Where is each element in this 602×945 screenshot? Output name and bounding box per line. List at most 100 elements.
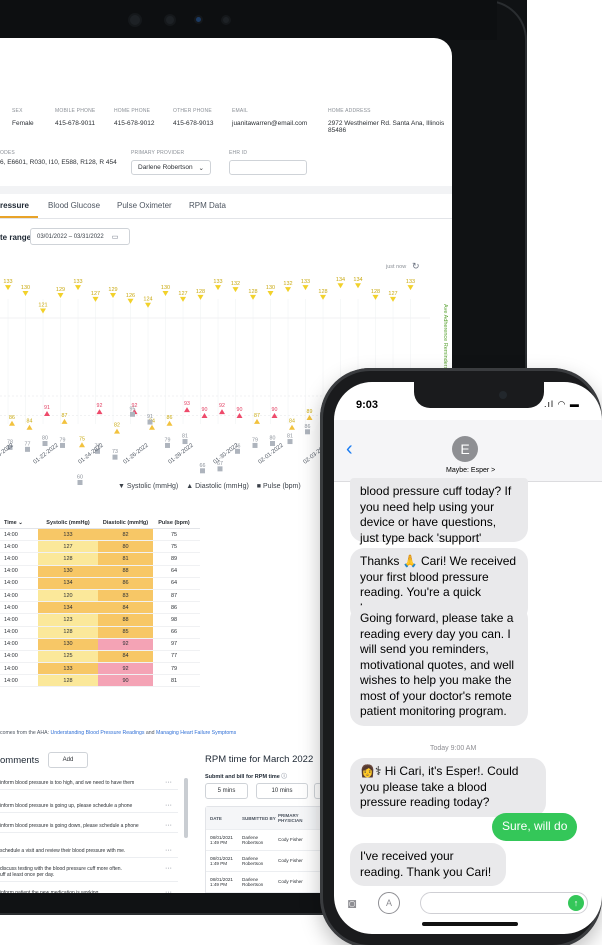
footnote-text: comes from the AHA:	[0, 730, 51, 736]
triangle-icon: ▲	[186, 483, 194, 490]
tablet-light-icon	[196, 17, 201, 22]
systolic-label: 129	[108, 287, 117, 293]
rpm-5-mins-button[interactable]: 5 mins	[205, 783, 248, 799]
phone-notch	[414, 382, 544, 408]
tablet-sensor-icon	[223, 17, 229, 23]
cell-diastolic: 84	[98, 650, 153, 663]
cell-pulse: 64	[170, 580, 178, 587]
info-icon: ⓘ	[281, 774, 287, 780]
diastolic-label: 84	[27, 419, 33, 425]
cell-diastolic: 81	[98, 553, 153, 565]
avatar[interactable]: E	[452, 436, 478, 462]
date-range-picker[interactable]: 03/01/2022 – 03/31/2022 ▭	[30, 228, 130, 245]
tab-rpm-data[interactable]: RPM Data	[189, 201, 226, 210]
legend-pulse-label: Pulse (bpm)	[262, 483, 301, 490]
systolic-label: 127	[91, 291, 100, 297]
systolic-label: 133	[301, 279, 310, 285]
aha-heart-failure-link[interactable]: Managing Heart Failure Symptoms	[156, 730, 236, 736]
back-chevron-icon[interactable]: ‹	[346, 438, 353, 461]
cell-pulse: 97	[170, 641, 178, 648]
systolic-point	[92, 296, 99, 302]
systolic-point	[75, 285, 81, 291]
cell-systolic: 128	[38, 626, 98, 638]
systolic-label: 128	[248, 289, 257, 295]
rpm-submitted-by: Darlene Robertson	[242, 834, 264, 846]
send-arrow-icon[interactable]: ↑	[568, 895, 584, 911]
cell-time: 14:00	[4, 531, 18, 538]
cell-systolic: 120	[38, 589, 98, 602]
col-time[interactable]: Time ⌄	[0, 520, 38, 526]
comments-scrollbar[interactable]	[184, 778, 188, 838]
contact-name[interactable]: Maybe: Esper >	[446, 467, 495, 474]
message-input-bar: ◙ A ↑	[334, 892, 602, 918]
tablet-bezel-top	[0, 0, 497, 40]
tab-blood-glucose[interactable]: Blood Glucose	[48, 201, 100, 210]
diastolic-point	[44, 411, 50, 417]
phone-device: 9:03 .ıl ◠ ▬ ‹ E Maybe: Esper > blood pr…	[320, 368, 602, 945]
pulse-point	[77, 480, 83, 485]
chevron-down-icon: ⌄	[18, 519, 23, 526]
cell-diastolic: 83	[98, 589, 153, 602]
systolic-point	[390, 296, 396, 302]
col-diastolic: Diastolic (mmHg)	[102, 519, 149, 526]
add-comment-button[interactable]: Add	[48, 752, 88, 768]
pulse-point	[287, 439, 293, 445]
rpm-10-mins-button[interactable]: 10 mins	[256, 783, 308, 799]
mobile-label: MOBILE PHONE	[55, 108, 96, 114]
aha-readings-link[interactable]: Understanding Blood Pressure Readings	[50, 730, 144, 736]
systolic-point	[40, 308, 46, 314]
pulse-label: 95	[130, 406, 136, 412]
app-store-icon[interactable]: A	[378, 892, 400, 914]
more-options-icon[interactable]: ···	[165, 847, 172, 854]
systolic-point	[355, 283, 361, 289]
pulse-point	[217, 466, 223, 472]
tab-pulse-oximeter[interactable]: Pulse Oximeter	[117, 201, 172, 210]
tab-blood-pressure[interactable]: ressure	[0, 201, 29, 210]
message-input[interactable]	[420, 892, 588, 914]
more-options-icon[interactable]: ···	[165, 802, 172, 809]
more-options-icon[interactable]: ···	[165, 865, 172, 872]
status-time: 9:03	[356, 399, 379, 411]
table-row: 14:00 134 86 64	[0, 577, 200, 590]
refresh-icon[interactable]: ↻	[412, 261, 420, 272]
systolic-label: 127	[178, 291, 187, 297]
cell-diastolic: 92	[98, 663, 153, 675]
more-options-icon[interactable]: ···	[165, 889, 172, 893]
ehr-input[interactable]	[229, 160, 307, 175]
provider-select[interactable]: Darlene Robertson ⌄	[131, 160, 211, 175]
rpm-submitted-by: Darlene Robertson	[242, 855, 264, 867]
rpm-submitted-by: Darlene Robertson	[242, 876, 264, 888]
pulse-label: 81	[182, 434, 188, 440]
home-phone-value: 415-678-9012	[114, 120, 155, 127]
systolic-label: 130	[21, 285, 30, 291]
rpm-row: 08/01/2021 1:49 PMDarlene RobertsonCody …	[206, 892, 324, 893]
more-options-icon[interactable]: ···	[165, 779, 172, 786]
diastolic-label: 89	[307, 409, 313, 415]
tablet-sensor-icon	[166, 16, 174, 24]
more-options-icon[interactable]: ···	[165, 822, 172, 829]
systolic-label: 129	[56, 287, 65, 293]
table-row: 14:00 128 85 66	[0, 626, 200, 639]
cell-time: 14:00	[4, 580, 18, 587]
diastolic-label: 84	[289, 419, 295, 425]
patient-info-row: SEX Female MOBILE PHONE 415-678-9011 HOME …	[0, 108, 452, 138]
message-bubble-1: blood pressure cuff today? If you need h…	[350, 478, 528, 545]
systolic-label: 128	[318, 289, 327, 295]
cell-time: 14:00	[4, 568, 18, 575]
camera-icon[interactable]: ◙	[348, 895, 356, 911]
rpm-date: 08/01/2021 1:49 PM	[210, 855, 233, 867]
diastolic-point	[79, 442, 85, 448]
rpm-subtitle-text: Submit and bill for RPM time	[205, 774, 280, 780]
cell-systolic: 128	[38, 553, 98, 565]
product-scene: SEX Female MOBILE PHONE 415-678-9011 HOME …	[0, 0, 602, 945]
diastolic-point	[201, 413, 208, 418]
table-row: 14:00 120 83 87	[0, 589, 200, 603]
rpm-title: RPM time for March 2022	[205, 754, 314, 765]
codes-field: ODES 6, E6601, R030, I10, E588, R128, R …	[0, 150, 117, 166]
diastolic-point	[184, 407, 190, 413]
email-label: EMAIL	[232, 108, 249, 114]
message-bubble-5: I've received your reading. Thank you Ca…	[350, 843, 506, 886]
pulse-point	[147, 419, 153, 425]
diastolic-label: 82	[114, 423, 120, 429]
timestamp-divider: Today 9:00 AM	[430, 745, 477, 752]
